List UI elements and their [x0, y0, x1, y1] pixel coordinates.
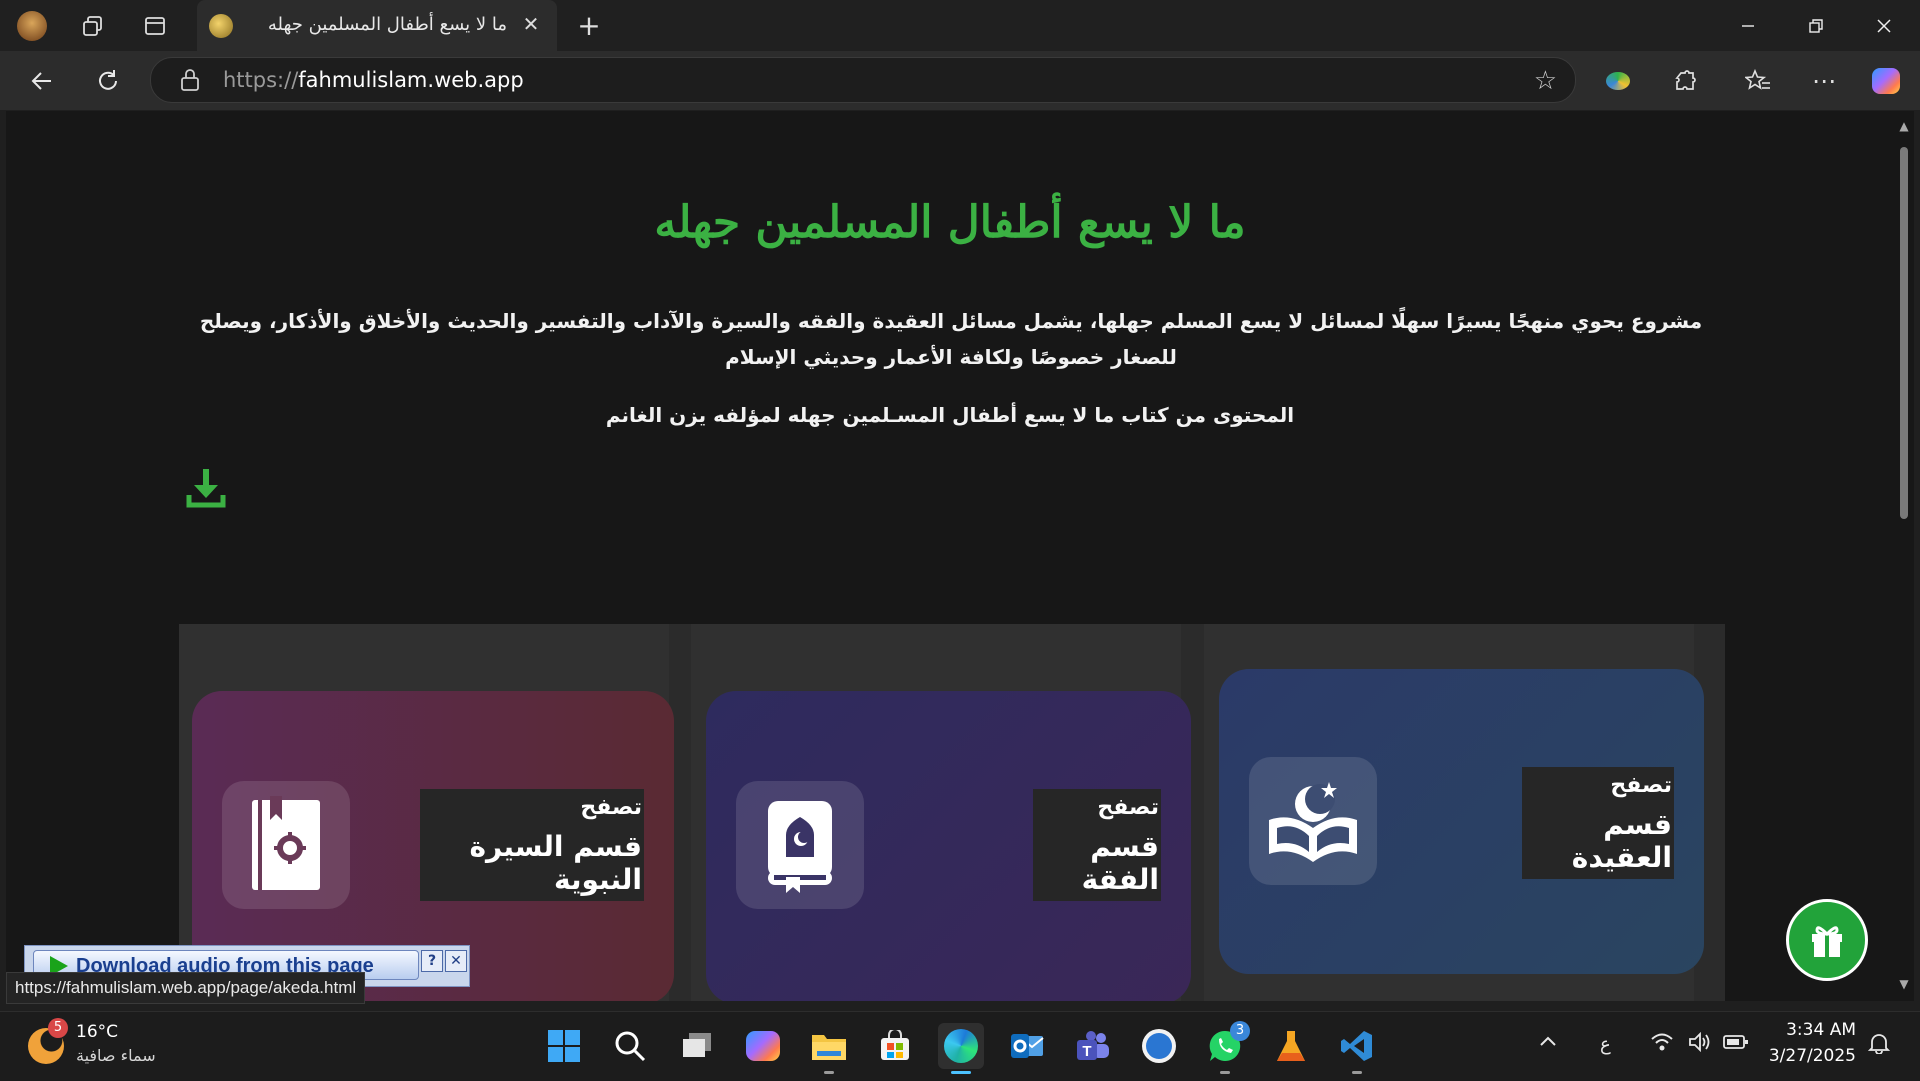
tab-title: ما لا يسع أطفال المسلمين جهله — [267, 14, 507, 35]
close-tab-icon[interactable]: ✕ — [517, 10, 545, 38]
help-icon[interactable]: ? — [421, 950, 443, 972]
url-domain: fahmulislam.web.app — [298, 68, 524, 92]
site-favicon-icon — [209, 14, 233, 38]
edge-browser-icon[interactable] — [938, 1023, 984, 1074]
clock-date: 3/27/2025 — [1768, 1046, 1856, 1066]
status-bar-url: https://fahmulislam.web.app/page/akeda.h… — [6, 972, 366, 1004]
browser-essentials-icon[interactable] — [1600, 63, 1636, 99]
edge-active-indicator — [951, 1071, 971, 1074]
search-icon[interactable] — [607, 1023, 653, 1069]
teams-icon[interactable]: T — [1070, 1023, 1116, 1069]
fiqh-column: تصفح قسم الفقة — [691, 624, 1191, 1001]
flask-app-icon[interactable] — [1268, 1023, 1314, 1069]
fiqh-browse-text: تصفح — [1097, 795, 1159, 820]
favorite-star-icon[interactable]: ☆ — [1534, 66, 1557, 96]
page-viewport: ما لا يسع أطفال المسلمين جهله مشروع يحوي… — [6, 111, 1894, 1001]
lock-icon[interactable] — [179, 68, 201, 92]
url-text[interactable]: https://fahmulislam.web.app — [223, 68, 524, 92]
whatsapp-icon[interactable]: 3 — [1202, 1021, 1250, 1074]
restore-button[interactable] — [1782, 0, 1850, 51]
new-tab-button[interactable]: + — [572, 8, 606, 42]
file-explorer-indicator — [824, 1071, 834, 1074]
browser-toolbar: https://fahmulislam.web.app ☆ ⋯ — [0, 51, 1920, 110]
seerah-section-title: قسم السيرة النبوية — [469, 830, 642, 896]
aqeedah-browse-text: تصفح — [1610, 773, 1672, 798]
file-explorer-icon[interactable] — [806, 1023, 852, 1074]
weather-widget[interactable]: 5 16°C سماء صافية — [0, 1012, 180, 1081]
accessibility-app-icon[interactable] — [1136, 1023, 1182, 1069]
volume-icon[interactable] — [1688, 1031, 1712, 1057]
vscode-icon[interactable] — [1334, 1023, 1380, 1074]
whatsapp-indicator — [1220, 1071, 1230, 1074]
clock-time: 3:34 AM — [1786, 1020, 1856, 1040]
weather-badge: 5 — [48, 1018, 68, 1038]
outlook-icon[interactable] — [1004, 1023, 1050, 1069]
gift-button[interactable] — [1786, 899, 1868, 981]
active-tab[interactable]: ما لا يسع أطفال المسلمين جهله ✕ — [197, 0, 557, 51]
url-scheme: https:// — [223, 68, 299, 92]
page-source-note: المحتوى من كتاب ما لا يسع أطفال المسـلمي… — [605, 403, 1295, 427]
favorites-icon[interactable] — [1740, 63, 1776, 99]
whatsapp-notification-badge: 3 — [1230, 1021, 1250, 1041]
aqeedah-section-title: قسم العقيدة — [1571, 808, 1672, 874]
download-icon[interactable] — [186, 467, 226, 509]
quran-crescent-icon — [1249, 757, 1377, 885]
page-description: مشروع يحوي منهجًا يسيرًا سهلًا لمسائل لا… — [199, 309, 1703, 369]
aqeedah-card-label: تصفح قسم العقيدة — [1522, 767, 1674, 879]
start-icon[interactable] — [541, 1023, 587, 1069]
minimize-button[interactable] — [1714, 0, 1782, 51]
show-hidden-icons-chevron-icon[interactable] — [1538, 1032, 1558, 1057]
svg-text:T: T — [1082, 1043, 1091, 1060]
tab-actions-icon[interactable] — [139, 10, 171, 42]
weather-temperature: 16°C — [76, 1022, 119, 1042]
scroll-down-icon[interactable]: ▼ — [1898, 977, 1910, 991]
wifi-icon[interactable] — [1650, 1032, 1674, 1057]
microsoft-store-icon[interactable] — [872, 1023, 918, 1069]
scroll-thumb[interactable] — [1900, 147, 1908, 519]
fiqh-card-label: تصفح قسم الفقة — [1033, 789, 1161, 901]
close-window-button[interactable] — [1850, 0, 1918, 51]
scroll-up-icon[interactable]: ▲ — [1898, 119, 1910, 133]
battery-icon[interactable] — [1722, 1032, 1750, 1057]
seerah-card-label: تصفح قسم السيرة النبوية — [420, 789, 644, 901]
task-view-icon[interactable] — [674, 1023, 720, 1069]
page-title: ما لا يسع أطفال المسلمين جهله — [654, 197, 1246, 248]
book-mosque-icon — [736, 781, 864, 909]
clock[interactable]: 3:34 AM 3/27/2025 — [1768, 1012, 1920, 1081]
page-scrollbar[interactable]: ▲ ▼ — [1894, 111, 1914, 1001]
fiqh-section-card[interactable]: تصفح قسم الفقة — [706, 691, 1191, 1001]
fiqh-section-title: قسم الفقة — [1081, 830, 1159, 896]
refresh-icon[interactable] — [90, 63, 126, 99]
more-options-icon[interactable]: ⋯ — [1806, 63, 1842, 99]
close-extension-icon[interactable]: ✕ — [445, 950, 467, 972]
back-icon[interactable] — [24, 63, 60, 99]
address-bar[interactable]: https://fahmulislam.web.app ☆ — [150, 57, 1576, 103]
profile-avatar[interactable] — [16, 10, 48, 42]
seerah-browse-text: تصفح — [580, 795, 642, 820]
input-language-indicator[interactable]: ع — [1600, 1034, 1611, 1055]
windows-taskbar: 5 16°C سماء صافية T 3 ع 3:34 AM 3/27/202… — [0, 1011, 1920, 1081]
seerah-book-icon — [222, 781, 350, 909]
extensions-icon[interactable] — [1667, 63, 1703, 99]
copilot-icon[interactable] — [1868, 63, 1904, 99]
aqeedah-section-card[interactable]: تصفح قسم العقيدة — [1219, 669, 1704, 974]
aqeedah-column: تصفح قسم العقيدة — [1204, 624, 1704, 1001]
copilot-app-icon[interactable] — [740, 1023, 786, 1069]
notifications-bell-icon[interactable] — [1867, 1032, 1891, 1059]
vscode-indicator — [1352, 1071, 1362, 1074]
browser-titlebar: ما لا يسع أطفال المسلمين جهله ✕ + — [0, 0, 1920, 51]
weather-condition: سماء صافية — [76, 1046, 156, 1065]
workspaces-icon[interactable] — [77, 10, 109, 42]
